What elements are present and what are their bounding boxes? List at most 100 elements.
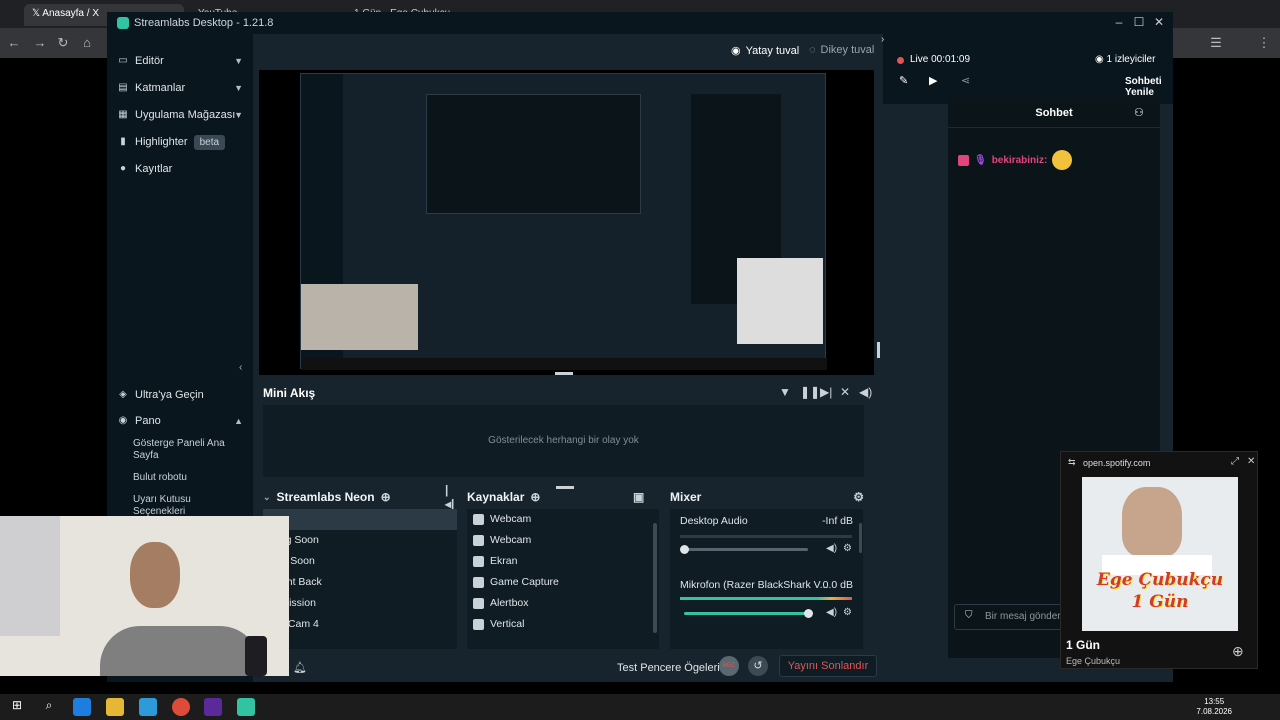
chrome-icon[interactable] [172,698,190,716]
add-to-library-icon[interactable]: ⊕ [1232,643,1244,660]
live-indicator-icon [897,57,904,64]
expand-icon[interactable]: ⤢ [1231,456,1239,467]
source-item[interactable]: Game Capture [473,572,643,593]
webcam-person-head [130,542,180,608]
filter-icon[interactable]: ▼ [779,385,791,399]
drag-handle-icon[interactable] [555,372,573,375]
scene-item[interactable]: rting Soon [263,530,457,551]
cloudbot-link[interactable]: Bulut robotu [133,472,243,484]
chat-title: Sohbet [1035,107,1073,119]
app-icon[interactable] [139,698,157,716]
volume-icon[interactable]: ◀) [826,607,837,618]
scene-item[interactable]: Right Back [263,572,457,593]
nav-layers[interactable]: ▤ Katmanlar ▼ [117,77,245,99]
chat-username[interactable]: bekirabiniz: [992,155,1048,166]
skip-icon[interactable]: ▶| [820,385,832,399]
mute-alerts-icon[interactable]: ✕ [840,385,850,399]
scene-item[interactable]: ermission [263,593,457,614]
site-info-icon[interactable]: ⇆ [1068,457,1076,468]
back-icon[interactable]: ← [6,35,22,51]
source-item[interactable]: Webcam [473,530,643,551]
maximize-icon[interactable]: ☐ [1129,15,1149,31]
collapse-sidebar-icon[interactable]: ‹ [239,362,242,373]
more-icon[interactable]: ⋮ [1256,35,1272,51]
scene-item[interactable]: lab Cam 4 [263,614,457,635]
replay-buffer-icon[interactable]: ↺ [748,656,768,676]
notifications-bell-icon[interactable]: 🔔︎ [293,661,307,674]
nested-webcam [301,284,418,350]
scene-item[interactable]: ling Soon [263,551,457,572]
windows-start-icon[interactable]: ⊞ [8,698,26,716]
nav-dashboard[interactable]: ◉ Pano ▲ [117,410,245,432]
chat-input-placeholder: Bir mesaj gönder [985,611,1061,622]
record-button[interactable]: REC [719,656,739,676]
close-icon[interactable]: ✕ [1149,15,1169,31]
shield-icon: ⛉ [965,610,973,621]
volume-slider[interactable] [680,545,808,554]
nav-recordings[interactable]: ● Kayıtlar [117,158,245,180]
add-source-icon[interactable]: ⊕ [530,490,540,504]
mixer-settings-gear-icon[interactable]: ⚙ [853,490,864,504]
app-icon[interactable] [204,698,222,716]
nav-highlighter[interactable]: ▮ Highlighter beta [117,131,245,153]
refresh-chat-button[interactable]: Sohbeti Yenile [1125,76,1173,98]
home-icon[interactable]: ⌂ [79,35,95,51]
test-widgets-label[interactable]: Test Pencere Ögeleri [617,662,720,674]
drag-handle-icon[interactable] [556,486,574,489]
gear-icon[interactable]: ⚙ [843,543,852,554]
source-group-icon[interactable]: ▣ [633,490,644,504]
streamlabs-logo-icon [117,17,129,29]
close-icon[interactable]: ✕ [1247,456,1255,467]
source-item[interactable]: Webcam [473,509,643,530]
end-stream-button[interactable]: Yayını Sonlandır [779,655,877,677]
volume-icon[interactable]: ◀) [826,543,837,554]
edit-pencil-icon[interactable]: ✎ [899,74,908,87]
mixer-scrollbar[interactable] [859,523,862,553]
scene-transition-icon[interactable]: |◂| [445,483,454,511]
pause-icon[interactable]: ❚❚ [800,385,820,399]
scene-collection-title[interactable]: Streamlabs Neon [277,490,375,504]
video-camera-icon[interactable]: ▶ [929,74,937,87]
source-label: Game Capture [490,576,559,588]
source-item[interactable]: Vertical [473,614,643,635]
channel-db: -Inf dB [822,515,853,527]
alertbox-options-link[interactable]: Uyarı Kutusu Seçenekleri [133,494,243,518]
volume-slider[interactable] [684,609,813,618]
clock[interactable]: 13:55 7.08.2026 [1196,697,1232,717]
chevron-down-icon: ▼ [234,56,243,66]
nav-ultra[interactable]: ◈ Ultra'ya Geçin [117,384,245,406]
microphone-icon: 🎙︎ [974,154,987,166]
user-list-icon[interactable]: ⚇ [1134,106,1144,119]
expand-chevron-icon[interactable]: › [881,34,884,45]
artist-name[interactable]: Ege Çubukçu [1066,656,1120,666]
source-item[interactable]: Ekran [473,551,643,572]
horizontal-canvas-toggle[interactable]: ◉ Yatay tuval [731,44,799,58]
folder-icon[interactable] [106,698,124,716]
forward-icon[interactable]: → [32,35,48,51]
share-icon[interactable]: ⋖ [961,74,970,87]
preview-resize-handle[interactable] [877,342,880,358]
vertical-canvas-toggle[interactable]: ◌ Dikey tuval [809,44,874,56]
add-scene-icon[interactable]: ⊕ [381,490,391,504]
sources-scrollbar[interactable] [653,523,657,633]
song-title[interactable]: 1 Gün [1066,638,1100,652]
beta-badge: beta [193,134,226,150]
minimize-icon[interactable]: – [1109,15,1129,31]
volume-icon[interactable]: ◀) [859,385,872,399]
chevron-down-icon: ▼ [234,83,243,93]
stream-preview[interactable] [259,70,874,375]
menu-icon[interactable]: ☰ [1208,35,1224,51]
reload-icon[interactable]: ↻ [55,35,71,51]
volume-slider-knob[interactable] [804,609,813,618]
chevron-down-icon[interactable]: ⌄ [263,492,271,503]
nav-app-store[interactable]: ▦ Uygulama Mağazası ▼ [117,104,245,126]
search-icon[interactable]: ⌕ [40,698,58,716]
gear-icon[interactable]: ⚙ [843,607,852,618]
scene-item[interactable]: e [263,509,457,530]
volume-slider-knob[interactable] [680,545,689,554]
streamlabs-icon[interactable] [237,698,255,716]
edge-icon[interactable] [73,698,91,716]
source-item[interactable]: Alertbox [473,593,643,614]
nav-editor[interactable]: ▭ Editör ▼ [117,50,245,72]
dashboard-home-link[interactable]: Gösterge Paneli Ana Sayfa [133,438,243,462]
